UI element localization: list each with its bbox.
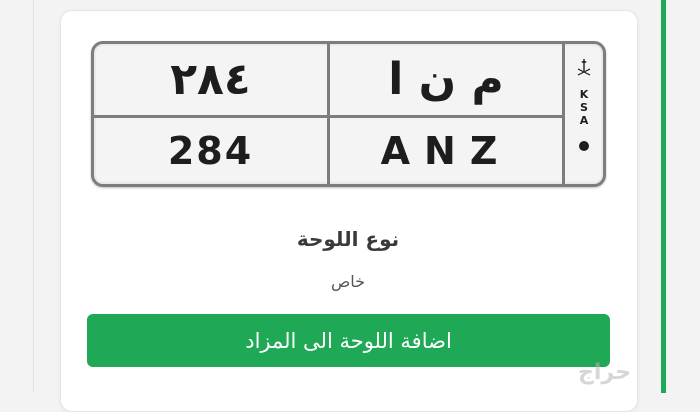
country-strip: K S A: [565, 44, 603, 184]
accent-edge: [661, 0, 666, 393]
left-divider: [33, 0, 34, 393]
plate-type-value: خاص: [330, 272, 366, 291]
plate-english-letters: ANZ: [380, 129, 512, 173]
plate-type-title: نوع اللوحة: [296, 227, 400, 251]
country-code-letter: S: [580, 101, 588, 114]
license-plate: ٢٨٤ م ن ا 284 ANZ K S A: [91, 41, 606, 187]
saudi-emblem-icon: [575, 58, 593, 82]
country-code-letter: A: [579, 114, 589, 127]
country-code-letter: K: [579, 88, 589, 101]
plate-arabic-letters: م ن ا: [388, 54, 504, 105]
plate-dot-icon: [579, 141, 589, 151]
haraj-watermark: حراج: [578, 360, 631, 385]
country-code: K S A: [580, 88, 589, 127]
plate-arabic-numbers: ٢٨٤: [170, 54, 251, 105]
add-to-auction-button[interactable]: اضافة اللوحة الى المزاد: [87, 314, 610, 367]
plate-english-numbers: 284: [167, 129, 254, 173]
